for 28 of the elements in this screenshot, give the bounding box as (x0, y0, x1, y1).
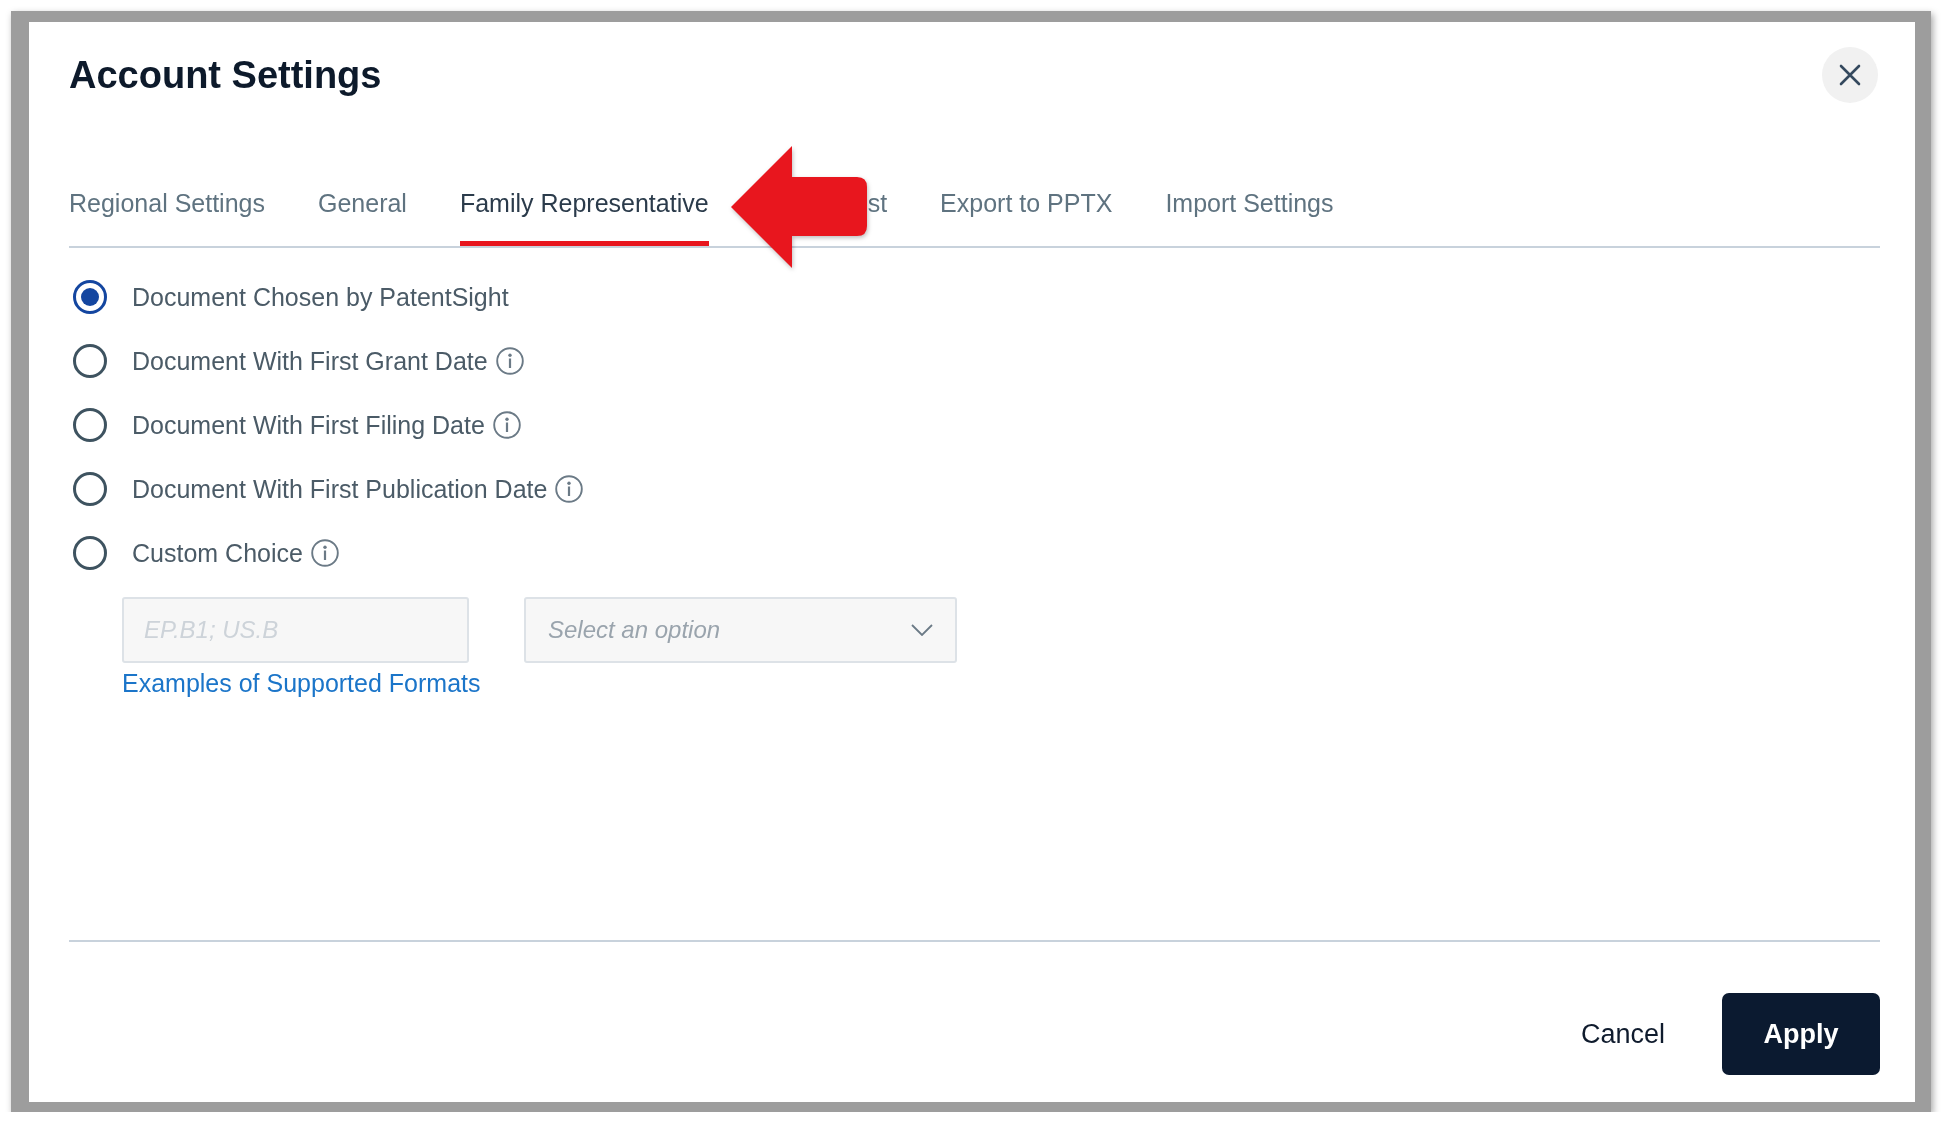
radio-button[interactable] (73, 536, 107, 570)
radio-label[interactable]: Document Chosen by PatentSight (132, 282, 509, 312)
radio-label[interactable]: Document With First Publication Date (132, 474, 548, 504)
tab[interactable]: Family Representative (459, 188, 709, 246)
close-icon (1839, 64, 1861, 86)
radio-button[interactable] (73, 408, 107, 442)
cancel-button[interactable]: Cancel (1560, 993, 1685, 1075)
tab[interactable]: Export to PPTX (940, 188, 1113, 246)
tab[interactable]: General (317, 188, 407, 246)
info-icon[interactable] (495, 347, 524, 375)
formats-link[interactable]: Examples of Supported Formats (122, 668, 481, 698)
tab[interactable]: st (867, 188, 888, 246)
tab[interactable]: Import Settings (1165, 188, 1334, 246)
apply-button[interactable]: Apply (1722, 993, 1880, 1075)
left-arrow-icon (730, 146, 867, 268)
radio-button[interactable] (73, 280, 107, 314)
tab[interactable]: Regional Settings (69, 188, 265, 246)
dialog-title: Account Settings (69, 53, 382, 97)
chevron-icon (911, 624, 933, 636)
radio-label[interactable]: Document With First Grant Date (132, 346, 488, 376)
info-icon[interactable] (492, 411, 521, 439)
radio-label[interactable]: Document With First Filing Date (132, 410, 485, 440)
radio-button[interactable] (73, 472, 107, 506)
info-icon[interactable] (310, 539, 339, 567)
radio-button[interactable] (73, 344, 107, 378)
close-button[interactable] (1822, 47, 1878, 103)
info-icon[interactable] (555, 475, 584, 503)
radio-label[interactable]: Custom Choice (132, 538, 303, 568)
